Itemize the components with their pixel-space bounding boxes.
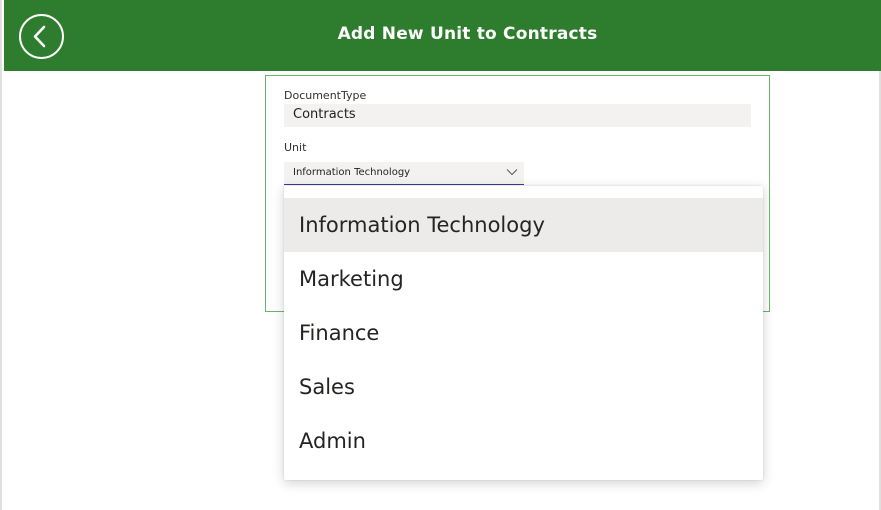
unit-selected-value: Information Technology (293, 167, 411, 178)
dropdown-option[interactable]: Finance (284, 306, 763, 360)
page-title: Add New Unit to Contracts (337, 24, 598, 44)
unit-dropdown[interactable]: Information Technology (284, 162, 524, 185)
dropdown-option[interactable]: Sales (284, 360, 763, 414)
dropdown-option[interactable]: Marketing (284, 252, 763, 306)
app-frame: Add New Unit to Contracts DocumentType C… (0, 0, 881, 510)
document-type-field: Contracts (284, 104, 751, 127)
unit-dropdown-menu: Information Technology Marketing Finance… (284, 186, 763, 480)
unit-label: Unit (284, 141, 307, 154)
document-type-label: DocumentType (284, 89, 367, 102)
chevron-down-icon (506, 169, 518, 176)
dropdown-option[interactable]: Admin (284, 414, 763, 468)
header-bar: Add New Unit to Contracts (4, 0, 881, 71)
dropdown-option[interactable]: Information Technology (284, 198, 763, 252)
